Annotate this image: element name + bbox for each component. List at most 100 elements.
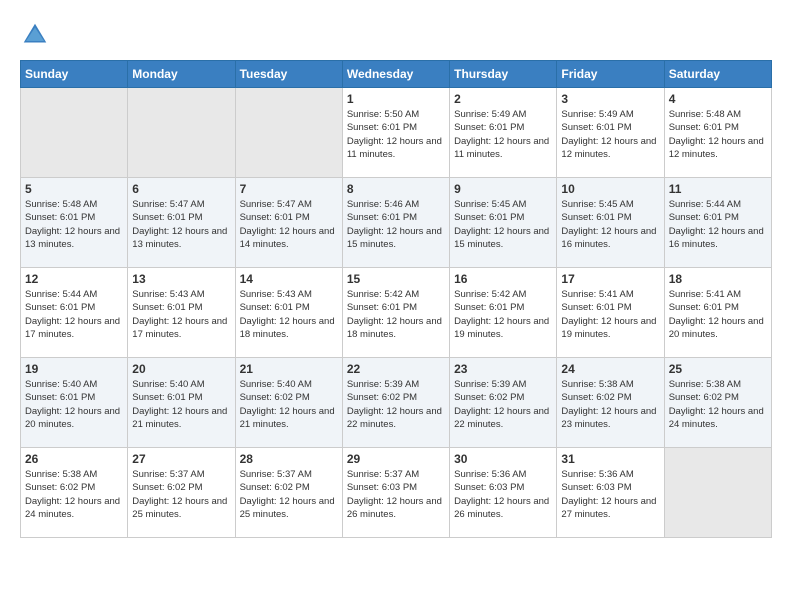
day-number: 7	[240, 182, 338, 196]
calendar-cell: 29 Sunrise: 5:37 AMSunset: 6:03 PMDaylig…	[342, 448, 449, 538]
day-header-monday: Monday	[128, 61, 235, 88]
calendar-table: SundayMondayTuesdayWednesdayThursdayFrid…	[20, 60, 772, 538]
logo	[20, 20, 54, 50]
day-number: 30	[454, 452, 552, 466]
day-number: 29	[347, 452, 445, 466]
calendar-cell: 17 Sunrise: 5:41 AMSunset: 6:01 PMDaylig…	[557, 268, 664, 358]
day-info: Sunrise: 5:41 AMSunset: 6:01 PMDaylight:…	[669, 288, 767, 341]
week-row-3: 12 Sunrise: 5:44 AMSunset: 6:01 PMDaylig…	[21, 268, 772, 358]
week-row-1: 1 Sunrise: 5:50 AMSunset: 6:01 PMDayligh…	[21, 88, 772, 178]
calendar-cell: 7 Sunrise: 5:47 AMSunset: 6:01 PMDayligh…	[235, 178, 342, 268]
calendar-cell: 28 Sunrise: 5:37 AMSunset: 6:02 PMDaylig…	[235, 448, 342, 538]
day-number: 25	[669, 362, 767, 376]
day-info: Sunrise: 5:45 AMSunset: 6:01 PMDaylight:…	[454, 198, 552, 251]
calendar-cell: 27 Sunrise: 5:37 AMSunset: 6:02 PMDaylig…	[128, 448, 235, 538]
day-header-thursday: Thursday	[450, 61, 557, 88]
day-info: Sunrise: 5:39 AMSunset: 6:02 PMDaylight:…	[347, 378, 445, 431]
day-number: 18	[669, 272, 767, 286]
day-number: 26	[25, 452, 123, 466]
day-header-friday: Friday	[557, 61, 664, 88]
day-info: Sunrise: 5:49 AMSunset: 6:01 PMDaylight:…	[454, 108, 552, 161]
calendar-cell: 23 Sunrise: 5:39 AMSunset: 6:02 PMDaylig…	[450, 358, 557, 448]
day-info: Sunrise: 5:44 AMSunset: 6:01 PMDaylight:…	[25, 288, 123, 341]
day-info: Sunrise: 5:37 AMSunset: 6:02 PMDaylight:…	[132, 468, 230, 521]
day-number: 6	[132, 182, 230, 196]
day-number: 17	[561, 272, 659, 286]
calendar-cell: 30 Sunrise: 5:36 AMSunset: 6:03 PMDaylig…	[450, 448, 557, 538]
day-header-sunday: Sunday	[21, 61, 128, 88]
calendar-cell: 13 Sunrise: 5:43 AMSunset: 6:01 PMDaylig…	[128, 268, 235, 358]
day-number: 15	[347, 272, 445, 286]
day-header-tuesday: Tuesday	[235, 61, 342, 88]
day-number: 22	[347, 362, 445, 376]
calendar-cell: 26 Sunrise: 5:38 AMSunset: 6:02 PMDaylig…	[21, 448, 128, 538]
day-number: 24	[561, 362, 659, 376]
day-number: 4	[669, 92, 767, 106]
day-number: 16	[454, 272, 552, 286]
calendar-cell: 5 Sunrise: 5:48 AMSunset: 6:01 PMDayligh…	[21, 178, 128, 268]
day-number: 14	[240, 272, 338, 286]
day-number: 31	[561, 452, 659, 466]
calendar-cell	[128, 88, 235, 178]
calendar-cell: 3 Sunrise: 5:49 AMSunset: 6:01 PMDayligh…	[557, 88, 664, 178]
day-info: Sunrise: 5:45 AMSunset: 6:01 PMDaylight:…	[561, 198, 659, 251]
day-info: Sunrise: 5:48 AMSunset: 6:01 PMDaylight:…	[669, 108, 767, 161]
day-header-saturday: Saturday	[664, 61, 771, 88]
week-row-4: 19 Sunrise: 5:40 AMSunset: 6:01 PMDaylig…	[21, 358, 772, 448]
calendar-cell: 14 Sunrise: 5:43 AMSunset: 6:01 PMDaylig…	[235, 268, 342, 358]
day-info: Sunrise: 5:38 AMSunset: 6:02 PMDaylight:…	[669, 378, 767, 431]
calendar-header: SundayMondayTuesdayWednesdayThursdayFrid…	[21, 61, 772, 88]
header-row: SundayMondayTuesdayWednesdayThursdayFrid…	[21, 61, 772, 88]
calendar-cell: 19 Sunrise: 5:40 AMSunset: 6:01 PMDaylig…	[21, 358, 128, 448]
day-info: Sunrise: 5:38 AMSunset: 6:02 PMDaylight:…	[561, 378, 659, 431]
calendar-cell: 21 Sunrise: 5:40 AMSunset: 6:02 PMDaylig…	[235, 358, 342, 448]
calendar-cell	[664, 448, 771, 538]
day-info: Sunrise: 5:38 AMSunset: 6:02 PMDaylight:…	[25, 468, 123, 521]
week-row-5: 26 Sunrise: 5:38 AMSunset: 6:02 PMDaylig…	[21, 448, 772, 538]
calendar-cell: 22 Sunrise: 5:39 AMSunset: 6:02 PMDaylig…	[342, 358, 449, 448]
day-info: Sunrise: 5:37 AMSunset: 6:02 PMDaylight:…	[240, 468, 338, 521]
week-row-2: 5 Sunrise: 5:48 AMSunset: 6:01 PMDayligh…	[21, 178, 772, 268]
logo-icon	[20, 20, 50, 50]
calendar-cell: 1 Sunrise: 5:50 AMSunset: 6:01 PMDayligh…	[342, 88, 449, 178]
calendar-cell: 11 Sunrise: 5:44 AMSunset: 6:01 PMDaylig…	[664, 178, 771, 268]
day-number: 5	[25, 182, 123, 196]
day-number: 10	[561, 182, 659, 196]
day-info: Sunrise: 5:40 AMSunset: 6:02 PMDaylight:…	[240, 378, 338, 431]
day-info: Sunrise: 5:36 AMSunset: 6:03 PMDaylight:…	[454, 468, 552, 521]
day-info: Sunrise: 5:42 AMSunset: 6:01 PMDaylight:…	[454, 288, 552, 341]
day-info: Sunrise: 5:43 AMSunset: 6:01 PMDaylight:…	[132, 288, 230, 341]
calendar-body: 1 Sunrise: 5:50 AMSunset: 6:01 PMDayligh…	[21, 88, 772, 538]
day-number: 21	[240, 362, 338, 376]
day-number: 9	[454, 182, 552, 196]
calendar-cell: 16 Sunrise: 5:42 AMSunset: 6:01 PMDaylig…	[450, 268, 557, 358]
day-number: 13	[132, 272, 230, 286]
day-number: 20	[132, 362, 230, 376]
day-info: Sunrise: 5:40 AMSunset: 6:01 PMDaylight:…	[25, 378, 123, 431]
day-info: Sunrise: 5:48 AMSunset: 6:01 PMDaylight:…	[25, 198, 123, 251]
day-number: 3	[561, 92, 659, 106]
calendar-cell: 25 Sunrise: 5:38 AMSunset: 6:02 PMDaylig…	[664, 358, 771, 448]
day-info: Sunrise: 5:36 AMSunset: 6:03 PMDaylight:…	[561, 468, 659, 521]
calendar-cell: 18 Sunrise: 5:41 AMSunset: 6:01 PMDaylig…	[664, 268, 771, 358]
page-header	[20, 20, 772, 50]
calendar-cell: 10 Sunrise: 5:45 AMSunset: 6:01 PMDaylig…	[557, 178, 664, 268]
calendar-cell: 6 Sunrise: 5:47 AMSunset: 6:01 PMDayligh…	[128, 178, 235, 268]
day-number: 11	[669, 182, 767, 196]
calendar-cell	[21, 88, 128, 178]
day-info: Sunrise: 5:42 AMSunset: 6:01 PMDaylight:…	[347, 288, 445, 341]
day-info: Sunrise: 5:43 AMSunset: 6:01 PMDaylight:…	[240, 288, 338, 341]
calendar-cell: 9 Sunrise: 5:45 AMSunset: 6:01 PMDayligh…	[450, 178, 557, 268]
day-info: Sunrise: 5:40 AMSunset: 6:01 PMDaylight:…	[132, 378, 230, 431]
day-number: 19	[25, 362, 123, 376]
day-number: 28	[240, 452, 338, 466]
calendar-cell: 8 Sunrise: 5:46 AMSunset: 6:01 PMDayligh…	[342, 178, 449, 268]
day-info: Sunrise: 5:50 AMSunset: 6:01 PMDaylight:…	[347, 108, 445, 161]
calendar-cell: 12 Sunrise: 5:44 AMSunset: 6:01 PMDaylig…	[21, 268, 128, 358]
day-number: 12	[25, 272, 123, 286]
day-number: 23	[454, 362, 552, 376]
day-info: Sunrise: 5:44 AMSunset: 6:01 PMDaylight:…	[669, 198, 767, 251]
calendar-cell: 2 Sunrise: 5:49 AMSunset: 6:01 PMDayligh…	[450, 88, 557, 178]
day-number: 1	[347, 92, 445, 106]
calendar-cell: 20 Sunrise: 5:40 AMSunset: 6:01 PMDaylig…	[128, 358, 235, 448]
